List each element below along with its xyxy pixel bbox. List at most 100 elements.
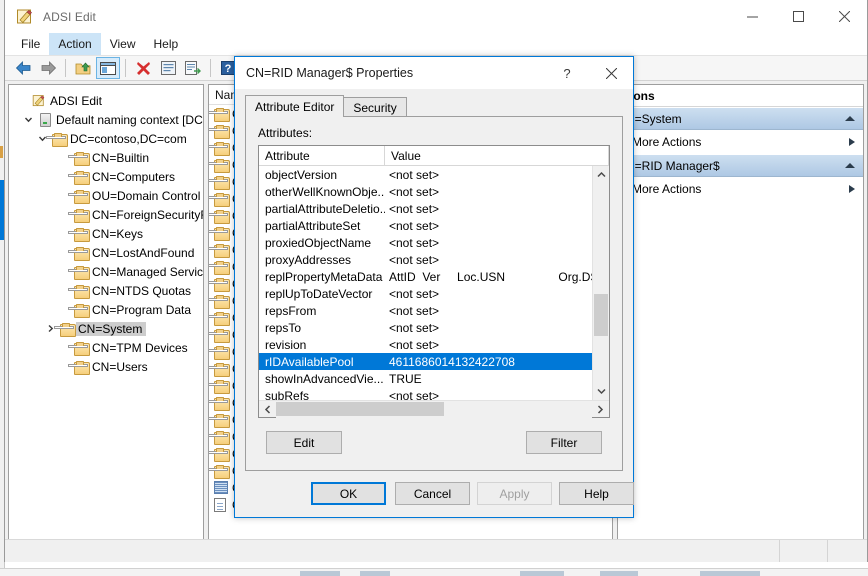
taskbar-item[interactable]: [360, 571, 390, 576]
attribute-row[interactable]: proxiedObjectName <not set>: [259, 234, 592, 251]
chevron-up-icon[interactable]: [845, 163, 855, 168]
taskbar-clock[interactable]: [700, 571, 760, 576]
attribute-row[interactable]: partialAttributeSet <not set>: [259, 217, 592, 234]
attributes-horizontal-scrollbar[interactable]: [259, 400, 609, 418]
folder-icon: [53, 322, 76, 337]
minimize-button[interactable]: [729, 0, 775, 33]
export-list-icon[interactable]: [181, 57, 205, 79]
close-button[interactable]: [821, 0, 867, 33]
attributes-hscroll-track[interactable]: [276, 400, 592, 418]
folder-icon: [67, 360, 90, 375]
properties-dialog: CN=RID Manager$ Properties ? Attribute E…: [234, 56, 634, 518]
tree-node-cn-tpm-devices[interactable]: CN=TPM Devices: [9, 338, 203, 357]
action-more-actions-rid-manager[interactable]: More Actions: [618, 177, 863, 201]
folder-icon: [67, 208, 90, 223]
maximize-button[interactable]: [775, 0, 821, 33]
scroll-right-icon[interactable]: [592, 401, 609, 418]
column-header-attribute[interactable]: Attribute: [259, 146, 385, 165]
folder-icon: [209, 328, 232, 343]
chevron-down-icon[interactable]: [21, 115, 36, 124]
tree-node-default-naming-context[interactable]: Default naming context [DC: [9, 110, 203, 129]
attribute-row[interactable]: objectVersion <not set>: [259, 166, 592, 183]
tree-node-cn-lostandfound[interactable]: CN=LostAndFound: [9, 243, 203, 262]
attribute-row[interactable]: revision <not set>: [259, 336, 592, 353]
ok-button[interactable]: OK: [311, 482, 386, 505]
tree-node-adsi-edit[interactable]: ADSI Edit: [9, 91, 203, 110]
tree-node-cn-computers[interactable]: CN=Computers: [9, 167, 203, 186]
attribute-row[interactable]: partialAttributeDeletio... <not set>: [259, 200, 592, 217]
tree-node-cn-managed-service-accounts[interactable]: CN=Managed Servic: [9, 262, 203, 281]
tree-node-dc-contoso[interactable]: DC=contoso,DC=com: [9, 129, 203, 148]
cancel-button[interactable]: Cancel: [395, 482, 470, 505]
attribute-row[interactable]: replUpToDateVector <not set>: [259, 285, 592, 302]
attribute-row[interactable]: proxyAddresses <not set>: [259, 251, 592, 268]
tree-node-cn-program-data[interactable]: CN=Program Data: [9, 300, 203, 319]
tab-security[interactable]: Security: [343, 97, 407, 117]
attributes-vscroll-thumb[interactable]: [594, 294, 608, 336]
attribute-value: 4611686014132422708: [389, 354, 515, 369]
scroll-up-icon[interactable]: [593, 166, 609, 183]
menu-file[interactable]: File: [12, 33, 49, 55]
tree-node-label: CN=TPM Devices: [92, 340, 188, 355]
actions-pane-title: tions: [618, 85, 863, 107]
taskbar-item[interactable]: [600, 571, 638, 576]
filter-button[interactable]: Filter: [526, 431, 602, 454]
tree-node-cn-system[interactable]: CN=System: [9, 319, 203, 338]
tree-node-label: Default naming context [DC: [56, 112, 203, 127]
dialog-help-button[interactable]: ?: [545, 57, 589, 89]
menu-action[interactable]: Action: [49, 33, 101, 55]
tree-node-label: CN=ForeignSecurityF: [92, 207, 203, 222]
delete-icon[interactable]: [131, 57, 155, 79]
tree-node-label: DC=contoso,DC=com: [70, 131, 187, 146]
attribute-value: <not set>: [389, 252, 440, 267]
actions-group-header-rid-manager[interactable]: N=RID Manager$: [618, 154, 863, 177]
menu-help[interactable]: Help: [145, 33, 188, 55]
column-header-value[interactable]: Value: [385, 146, 609, 165]
attribute-row-selected[interactable]: rIDAvailablePool 4611686014132422708: [259, 353, 592, 370]
tree-node-label: OU=Domain Control: [92, 188, 201, 203]
tree-node-cn-builtin[interactable]: CN=Builtin: [9, 148, 203, 167]
chevron-up-icon[interactable]: [845, 116, 855, 121]
taskbar-item[interactable]: [300, 571, 340, 576]
help-button[interactable]: Help: [559, 482, 634, 505]
attribute-row[interactable]: subRefs <not set>: [259, 387, 592, 401]
forward-icon[interactable]: [36, 57, 60, 79]
chevron-right-icon: [849, 138, 855, 146]
back-icon[interactable]: [11, 57, 35, 79]
edit-button[interactable]: Edit: [266, 431, 342, 454]
folder-icon: [209, 430, 232, 445]
folder-icon: [209, 277, 232, 292]
actions-group-header-system[interactable]: N=System: [618, 107, 863, 130]
tab-attribute-editor[interactable]: Attribute Editor: [245, 95, 345, 117]
scroll-down-icon[interactable]: [593, 383, 609, 400]
show-hide-console-tree-icon[interactable]: [96, 57, 120, 79]
attribute-row[interactable]: repsFrom <not set>: [259, 302, 592, 319]
attributes-vertical-scrollbar[interactable]: [592, 166, 609, 400]
scroll-left-icon[interactable]: [259, 401, 276, 418]
tree-node-cn-keys[interactable]: CN=Keys: [9, 224, 203, 243]
attribute-row[interactable]: replPropertyMetaData AttID Ver Loc.USN Or…: [259, 268, 592, 285]
tree-node-cn-ntds-quotas[interactable]: CN=NTDS Quotas: [9, 281, 203, 300]
attributes-list-header: Attribute Value: [259, 146, 609, 166]
properties-icon[interactable]: [156, 57, 180, 79]
attribute-row[interactable]: otherWellKnownObje... <not set>: [259, 183, 592, 200]
tree-node-cn-foreignsecurityprincipals[interactable]: CN=ForeignSecurityF: [9, 205, 203, 224]
attribute-value: <not set>: [389, 201, 440, 216]
attribute-value: TRUE: [389, 371, 422, 386]
attribute-name: proxyAddresses: [265, 252, 352, 267]
attribute-editor-page: Attributes: Attribute Value objectVersio…: [245, 116, 623, 471]
dialog-close-button[interactable]: [589, 57, 633, 89]
menu-view[interactable]: View: [101, 33, 145, 55]
attributes-hscroll-thumb[interactable]: [276, 401, 444, 416]
up-folder-icon[interactable]: [71, 57, 95, 79]
tree-node-ou-domain-controllers[interactable]: OU=Domain Control: [9, 186, 203, 205]
action-more-actions-system[interactable]: More Actions: [618, 130, 863, 154]
attribute-name: subRefs: [265, 388, 310, 401]
attribute-row[interactable]: repsTo <not set>: [259, 319, 592, 336]
dialog-tabstrip: Attribute Editor Security: [245, 95, 407, 117]
attribute-value: <not set>: [389, 286, 440, 301]
taskbar-item[interactable]: [520, 571, 564, 576]
server-icon: [36, 112, 54, 127]
tree-node-cn-users[interactable]: CN=Users: [9, 357, 203, 376]
attribute-row[interactable]: showInAdvancedVie... TRUE: [259, 370, 592, 387]
